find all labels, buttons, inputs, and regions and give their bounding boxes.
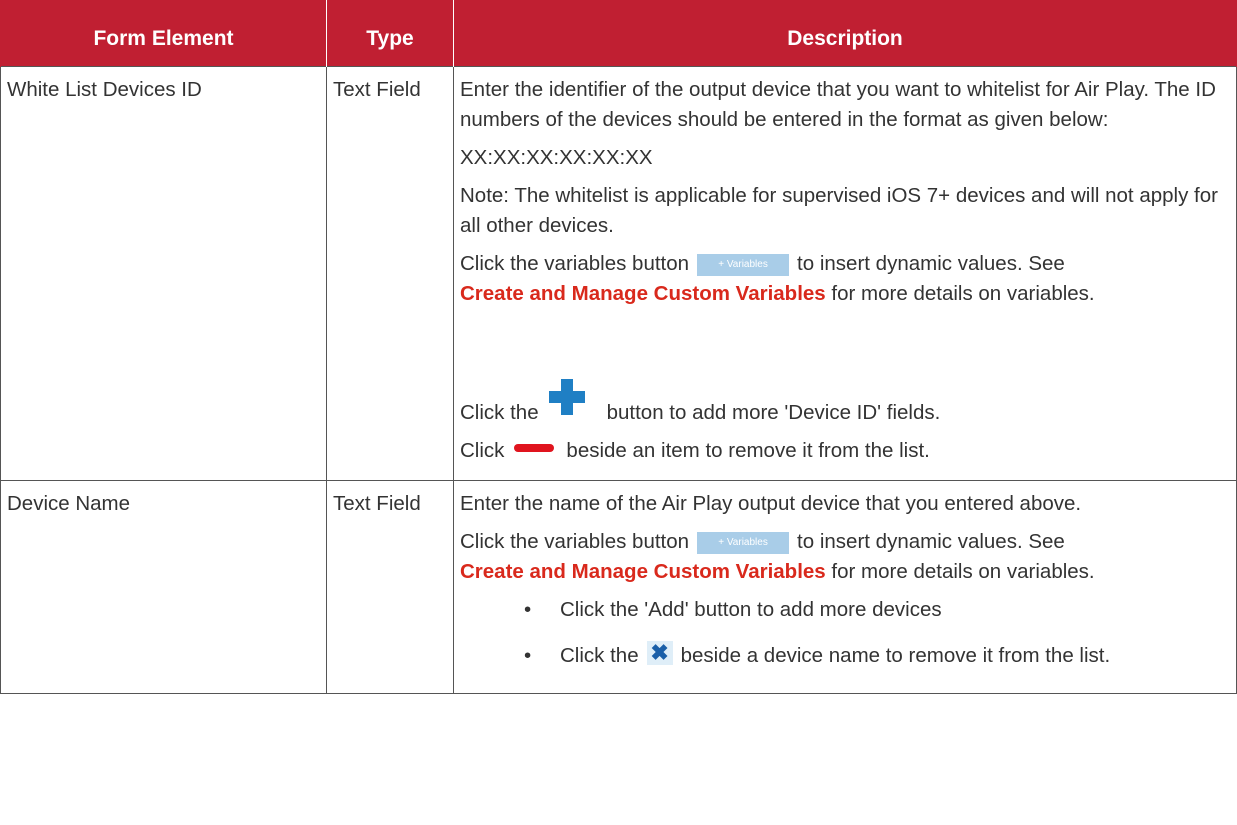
add-text-before: Click the (460, 401, 539, 424)
header-form-element: Form Element (0, 0, 327, 67)
description-text: Enter the identifier of the output devic… (460, 78, 1216, 131)
description-cell: Enter the identifier of the output devic… (453, 66, 1237, 481)
link-after-text: for more details on variables. (831, 282, 1095, 305)
bullet-list: • Click the 'Add' button to add more dev… (460, 595, 1230, 671)
minus-icon (514, 444, 555, 452)
element-cell: Device Name (0, 480, 327, 694)
variables-text-before: Click the variables button (460, 530, 690, 553)
list-item: • Click the ✖ beside a device name to remo… (524, 641, 1230, 671)
variables-paragraph: Click the variables button + Variables to … (460, 527, 1230, 587)
header-description: Description (453, 0, 1237, 67)
list-item: • Click the 'Add' button to add more dev… (524, 595, 1230, 625)
format-text: XX:XX:XX:XX:XX:XX (460, 146, 653, 169)
custom-variables-link[interactable]: Create and Manage Custom Variables (460, 282, 826, 305)
variables-button[interactable]: + Variables (697, 532, 790, 554)
type-cell: Text Field (326, 66, 454, 481)
close-x-icon: ✖ (646, 641, 673, 665)
bullet-text-before: Click the (560, 644, 639, 667)
add-text-after: button to add more 'Device ID' fields. (606, 401, 941, 424)
variables-paragraph: Click the variables button + Variables to … (460, 249, 1230, 309)
note-text: Note: The whitelist is applicable for su… (460, 184, 1218, 237)
link-after-text: for more details on variables. (831, 560, 1095, 583)
form-elements-table: Form Element Type Description White List… (0, 0, 1237, 694)
variables-text-after: to insert dynamic values. See (797, 252, 1065, 275)
bullet-text: Click the 'Add' button to add more devic… (560, 598, 942, 621)
variables-button[interactable]: + Variables (697, 254, 790, 276)
remove-text-after: beside an item to remove it from the lis… (566, 439, 930, 462)
remove-text-before: Click (460, 439, 505, 462)
table-row: White List Devices ID Text Field Enter t… (0, 66, 1237, 481)
remove-paragraph: Click beside an item to remove it from th… (460, 436, 1230, 466)
bullet-dot: • (524, 644, 532, 667)
variables-text-before: Click the variables button (460, 252, 690, 275)
type-cell: Text Field (326, 480, 454, 694)
bullet-text-after: beside a device name to remove it from t… (680, 644, 1111, 667)
custom-variables-link[interactable]: Create and Manage Custom Variables (460, 560, 826, 583)
element-cell: White List Devices ID (0, 66, 327, 481)
variables-text-after: to insert dynamic values. See (797, 530, 1065, 553)
plus-icon (548, 379, 585, 415)
table-header-row: Form Element Type Description (0, 0, 1237, 67)
header-type: Type (326, 0, 454, 67)
description-cell: Enter the name of the Air Play output de… (453, 480, 1237, 694)
add-paragraph: Click the button to add more 'Device ID' … (460, 379, 1230, 428)
description-text: Enter the name of the Air Play output de… (460, 492, 1082, 515)
table-row: Device Name Text Field Enter the name of… (0, 480, 1237, 694)
bullet-dot: • (524, 598, 532, 621)
